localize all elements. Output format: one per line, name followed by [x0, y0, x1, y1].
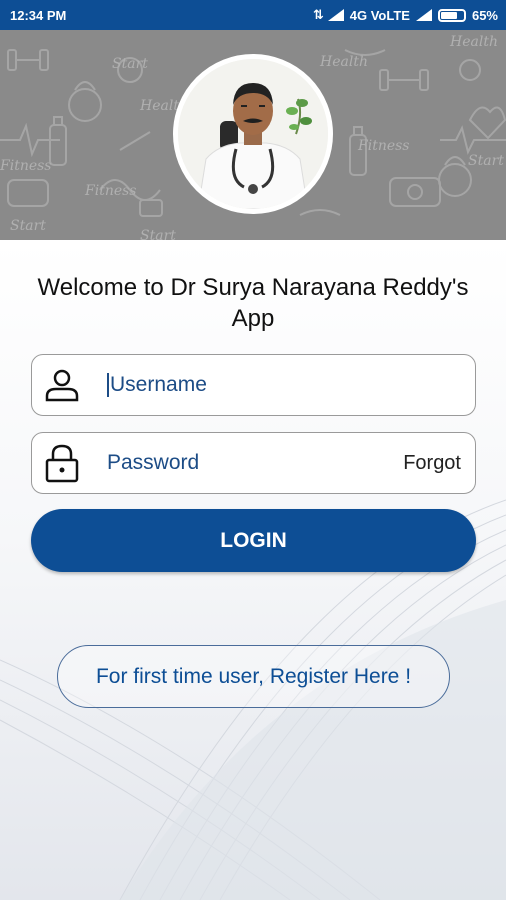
pulse-line-icon: [440, 125, 506, 155]
scale-icon: [7, 179, 49, 207]
doctor-avatar: [173, 54, 333, 214]
welcome-title: Welcome to Dr Surya Narayana Reddy's App: [20, 272, 486, 334]
doodle-text: Fitness: [84, 183, 137, 199]
status-time: 12:34 PM: [10, 7, 67, 23]
network-type: 4G VoLTE: [349, 7, 410, 23]
dumbbell-icon: [379, 69, 429, 91]
register-button-label: For first time user, Register Here !: [95, 664, 412, 688]
doodle-text: Start: [112, 56, 148, 72]
data-transfer-icon: ⇅: [312, 7, 324, 22]
forgot-password-link[interactable]: Forgot: [403, 452, 461, 475]
scale-icon: [389, 177, 441, 207]
heart-icon: [468, 106, 506, 140]
kettlebell-icon: [68, 81, 102, 122]
doodle-text: Start: [140, 228, 176, 240]
kettlebell-icon: [438, 156, 472, 197]
password-field[interactable]: Password Forgot: [31, 432, 476, 494]
battery-icon: [437, 8, 466, 22]
doodle-text: Start: [468, 153, 504, 169]
welcome-line-2: App: [231, 305, 275, 332]
dumbbell-icon: [7, 49, 49, 71]
lock-icon: [32, 433, 92, 493]
welcome-line-1: Welcome to Dr Surya Narayana Reddy's: [37, 274, 469, 301]
signal-icon-2: [415, 9, 432, 21]
username-input[interactable]: Username: [107, 372, 475, 398]
doodle-text: Health: [449, 34, 498, 50]
login-button-label: LOGIN: [220, 528, 287, 552]
login-button[interactable]: LOGIN: [31, 509, 476, 572]
signal-icon: [327, 9, 344, 21]
username-placeholder: Username: [110, 372, 207, 396]
doctor-photo-icon: [178, 59, 328, 209]
password-input[interactable]: Password: [107, 451, 403, 475]
username-field[interactable]: Username: [31, 354, 476, 416]
status-bar: 12:34 PM ⇅ 4G VoLTE 65%: [0, 0, 506, 30]
status-icons: ⇅ 4G VoLTE 65%: [313, 7, 498, 23]
text-cursor: [107, 373, 109, 398]
header-banner: Start Health Fitness Health Fitness Star…: [0, 30, 506, 240]
battery-percent: 65%: [471, 7, 498, 23]
doodle-text: Fitness: [357, 138, 410, 154]
doodle-text: Start: [10, 218, 46, 234]
register-button[interactable]: For first time user, Register Here !: [57, 645, 450, 708]
doodle-text: Fitness: [0, 158, 52, 174]
user-icon: [32, 355, 92, 415]
